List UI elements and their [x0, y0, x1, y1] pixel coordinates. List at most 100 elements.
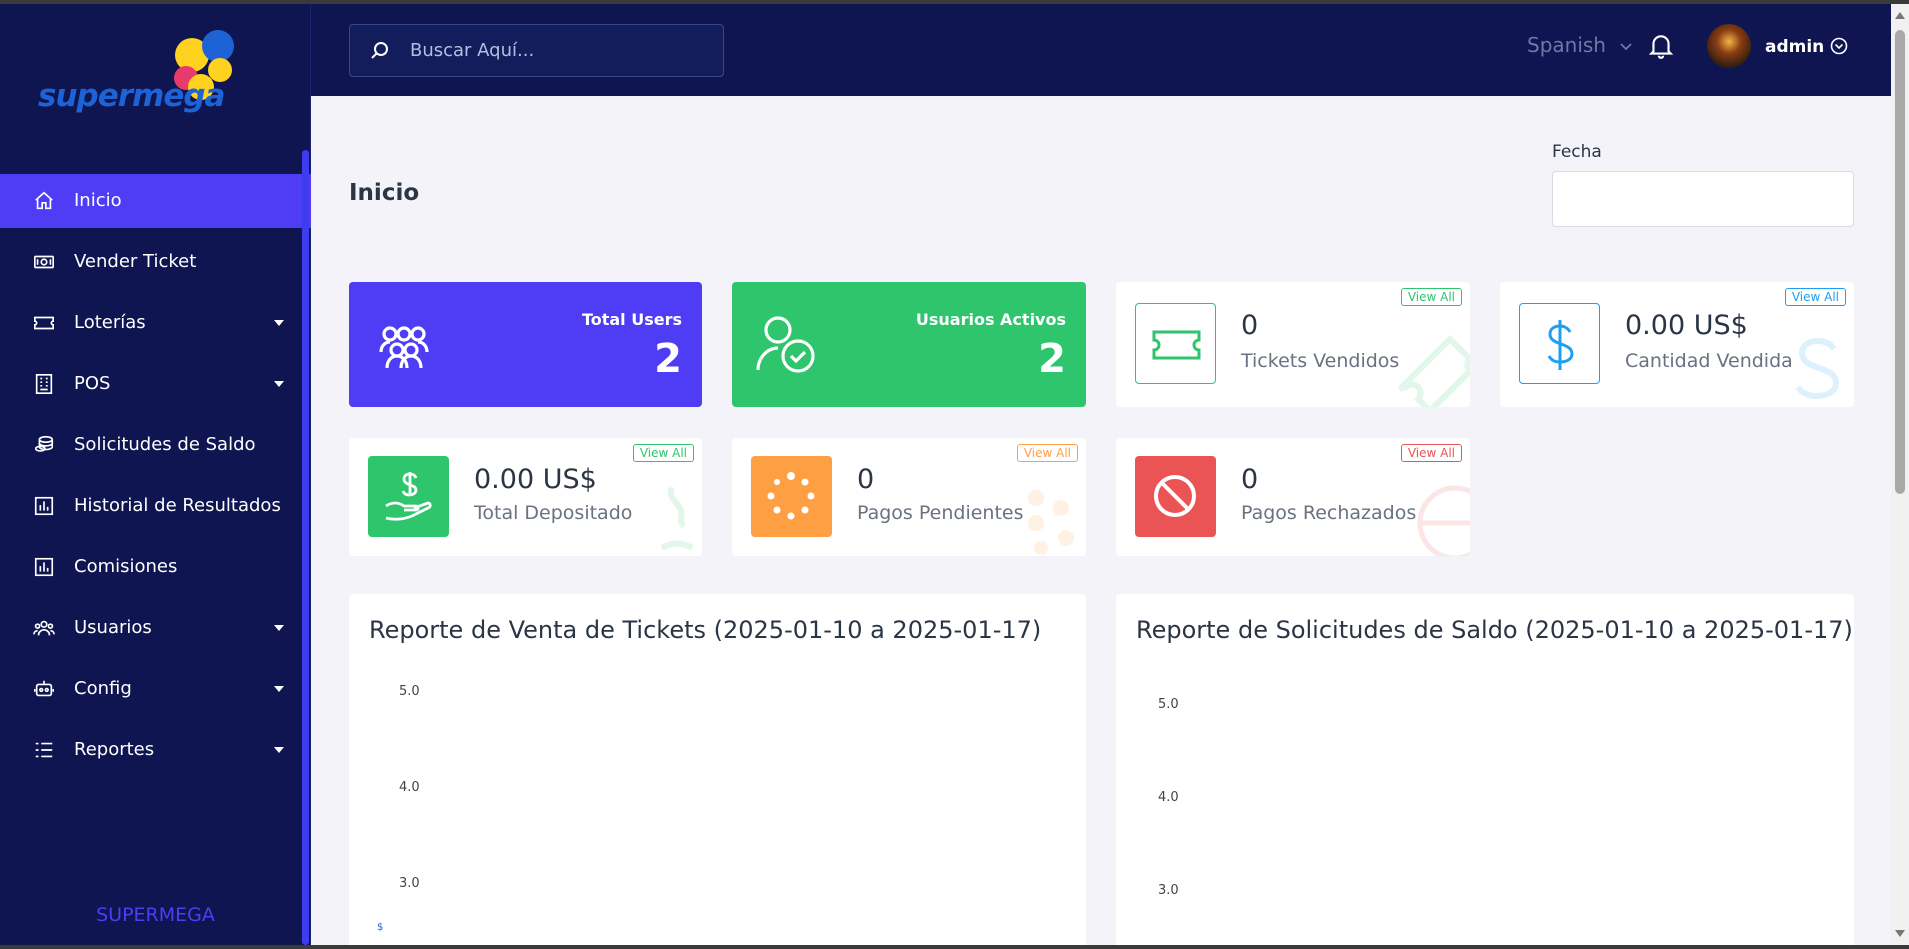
- card-label: Total Users: [581, 310, 682, 329]
- card-value: 0: [857, 464, 875, 495]
- view-all-link[interactable]: View All: [1400, 288, 1462, 306]
- card-value: 2: [654, 336, 682, 382]
- scroll-up-arrow-icon[interactable]: [1895, 12, 1905, 19]
- page-title: Inicio: [349, 180, 420, 206]
- sidebar-item-label: Vender Ticket: [74, 251, 197, 272]
- home-icon: [35, 191, 53, 210]
- sidebar-item-comisiones[interactable]: Comisiones: [0, 540, 311, 594]
- bar-chart-icon: [34, 557, 54, 577]
- sidebar-item-label: Config: [74, 678, 132, 699]
- card-label: Pagos Pendientes: [857, 502, 1024, 524]
- view-all-link[interactable]: View All: [1016, 444, 1078, 462]
- logo-text: supermega: [38, 78, 225, 114]
- scrollbar-thumb[interactable]: [1895, 30, 1905, 494]
- hand-money-icon-box: [368, 456, 449, 537]
- card-value: 0.00 US$: [1625, 310, 1748, 341]
- card-label: Pagos Rechazados: [1241, 502, 1417, 524]
- sidebar-item-label: Loterías: [74, 312, 146, 333]
- chevron-down-icon: [274, 686, 284, 692]
- user-check-icon: [756, 316, 815, 373]
- pending-payments-card: 0 Pagos Pendientes View All: [732, 438, 1086, 556]
- robot-icon: [34, 680, 54, 697]
- sidebar-item-historial-de-resultados[interactable]: Historial de Resultados: [0, 479, 311, 533]
- dollar-watermark-icon: [1795, 337, 1840, 400]
- y-tick: 4.0: [399, 780, 420, 795]
- spinner-icon: [767, 472, 815, 520]
- y-tick: 4.0: [1158, 790, 1179, 805]
- sidebar-item-label: Usuarios: [74, 617, 152, 638]
- rejected-payments-card: 0 Pagos Rechazados View All: [1116, 438, 1470, 556]
- users-icon: [33, 620, 55, 636]
- card-label: Tickets Vendidos: [1241, 350, 1400, 372]
- chevron-down-icon[interactable]: [1619, 40, 1633, 54]
- chevron-down-icon: [274, 381, 284, 387]
- total-deposited-card: 0.00 US$ Total Depositado View All: [349, 438, 702, 556]
- chevron-down-icon: [274, 625, 284, 631]
- sidebar-item-solicitudes-de-saldo[interactable]: Solicitudes de Saldo: [0, 418, 311, 472]
- language-selector[interactable]: Spanish: [1527, 33, 1606, 57]
- ban-icon-box: [1135, 456, 1216, 537]
- sidebar-item-label: Comisiones: [74, 556, 178, 577]
- sidebar-item-loterias[interactable]: Loterías: [0, 296, 311, 350]
- sidebar-item-label: Historial de Resultados: [74, 495, 281, 516]
- card-label: Total Depositado: [474, 502, 633, 524]
- sidebar-item-pos[interactable]: POS: [0, 357, 311, 411]
- tickets-sales-chart: Reporte de Venta de Tickets (2025-01-10 …: [349, 594, 1086, 945]
- chart-y-axis-symbol: $: [377, 922, 384, 933]
- y-tick: 5.0: [399, 684, 420, 699]
- active-users-card[interactable]: Usuarios Activos 2: [732, 282, 1086, 407]
- money-icon: [34, 255, 54, 269]
- sidebar-nav: Inicio Vender Ticket Loterías POS Solici…: [0, 174, 311, 784]
- y-tick: 5.0: [1158, 697, 1179, 712]
- bell-icon[interactable]: [1648, 32, 1674, 60]
- sidebar-item-label: Solicitudes de Saldo: [74, 434, 256, 455]
- date-label: Fecha: [1552, 142, 1602, 162]
- balance-requests-chart: Reporte de Solicitudes de Saldo (2025-01…: [1116, 594, 1854, 945]
- hand-money-icon: [385, 472, 432, 521]
- bar-chart-icon: [34, 496, 54, 516]
- sidebar-item-reportes[interactable]: Reportes: [0, 723, 311, 777]
- list-icon: [35, 742, 53, 758]
- sidebar-scrollbar[interactable]: [302, 150, 309, 945]
- tickets-sold-card: 0 Tickets Vendidos View All: [1116, 282, 1470, 407]
- view-all-link[interactable]: View All: [1784, 288, 1846, 306]
- brand-logo[interactable]: supermega: [38, 30, 248, 130]
- chevron-down-icon: [274, 747, 284, 753]
- sidebar-item-vender-ticket[interactable]: Vender Ticket: [0, 235, 311, 289]
- date-field[interactable]: [1552, 171, 1854, 227]
- search-placeholder: Buscar Aquí...: [410, 40, 535, 61]
- dollar-icon-box: [1519, 303, 1600, 384]
- amount-sold-card: 0.00 US$ Cantidad Vendida View All: [1500, 282, 1854, 407]
- dollar-icon: [1547, 320, 1574, 370]
- card-value: 2: [1038, 336, 1066, 382]
- spinner-icon-box: [751, 456, 832, 537]
- ticket-watermark-icon: [1397, 334, 1470, 407]
- sidebar-footer-brand: SUPERMEGA: [96, 904, 215, 926]
- sidebar-item-label: Reportes: [74, 739, 155, 760]
- sidebar-item-config[interactable]: Config: [0, 662, 311, 716]
- ban-watermark-icon: [1417, 485, 1470, 556]
- ticket-icon: [1152, 330, 1201, 360]
- chevron-down-circle-icon[interactable]: [1830, 37, 1848, 55]
- search-input[interactable]: Buscar Aquí...: [349, 24, 724, 77]
- scroll-down-arrow-icon[interactable]: [1895, 930, 1905, 937]
- sidebar-item-usuarios[interactable]: Usuarios: [0, 601, 311, 655]
- window-scrollbar[interactable]: [1891, 4, 1909, 945]
- view-all-link[interactable]: View All: [632, 444, 694, 462]
- card-label: Cantidad Vendida: [1625, 350, 1793, 372]
- avatar[interactable]: [1707, 24, 1751, 68]
- chevron-down-icon: [274, 320, 284, 326]
- chart-title: Reporte de Venta de Tickets (2025-01-10 …: [369, 616, 1042, 644]
- sidebar-item-inicio[interactable]: Inicio: [0, 174, 311, 228]
- username[interactable]: admin: [1765, 37, 1824, 57]
- sidebar: supermega Inicio Vender Ticket Loterías …: [0, 4, 311, 945]
- total-users-card[interactable]: Total Users 2: [349, 282, 702, 407]
- card-value: 0: [1241, 464, 1259, 495]
- main-content: Inicio Fecha Total Users 2 Usuarios Acti…: [311, 96, 1891, 945]
- app-window: supermega Inicio Vender Ticket Loterías …: [0, 4, 1909, 945]
- users-icon: [379, 326, 429, 369]
- card-value: 0.00 US$: [474, 464, 597, 495]
- view-all-link[interactable]: View All: [1400, 444, 1462, 462]
- card-label: Usuarios Activos: [915, 310, 1066, 329]
- building-icon: [35, 374, 53, 394]
